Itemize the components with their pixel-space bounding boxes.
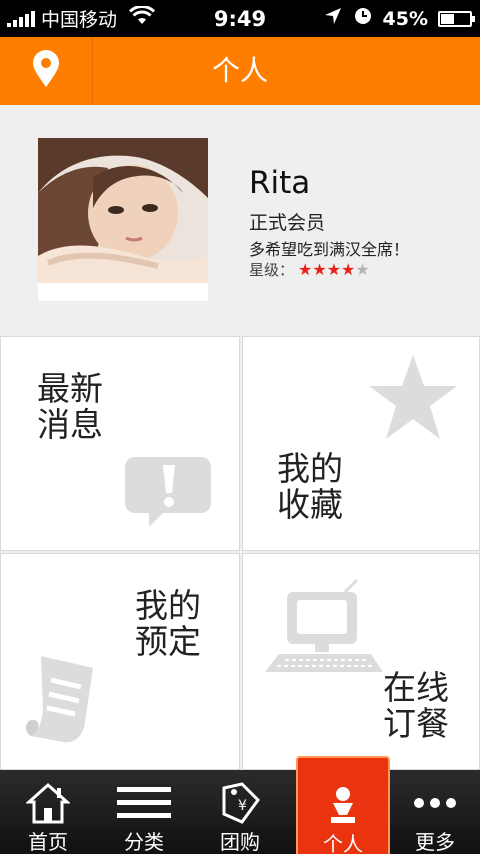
signal-icon bbox=[7, 10, 35, 27]
rating-label: 星级： bbox=[249, 261, 295, 279]
tab-profile[interactable]: 个人 bbox=[296, 756, 390, 854]
star-empty-icon: ★ bbox=[355, 259, 370, 279]
tab-group-buy[interactable]: ¥ 团购 bbox=[192, 770, 288, 854]
star-rating: 星级： ★★★★★ bbox=[249, 259, 370, 280]
tile-latest-messages[interactable]: 最新 消息 bbox=[0, 336, 240, 551]
user-motto: 多希望吃到满汉全席！ bbox=[249, 240, 410, 259]
star-filled-icon: ★ bbox=[326, 259, 342, 279]
tile-my-reservations[interactable]: 我的 预定 bbox=[0, 553, 240, 770]
location-button[interactable] bbox=[0, 37, 93, 105]
battery-percent: 45% bbox=[382, 7, 428, 30]
tile-online-order[interactable]: 在线 订餐 bbox=[242, 553, 480, 770]
battery-icon bbox=[438, 10, 475, 27]
star-filled-icon: ★ bbox=[312, 259, 327, 279]
tab-bar: 首页 分类 ¥ 团购 个人 更多 bbox=[0, 756, 480, 854]
tab-group-buy-label: 团购 bbox=[220, 830, 260, 854]
speech-bubble-exclamation-icon bbox=[123, 455, 213, 534]
tile-my-favorites[interactable]: 我的 收藏 bbox=[242, 336, 480, 551]
avatar[interactable] bbox=[38, 138, 208, 301]
tab-profile-label: 个人 bbox=[323, 832, 363, 854]
map-pin-icon bbox=[32, 50, 60, 92]
person-icon bbox=[298, 782, 388, 828]
price-tag-icon: ¥ bbox=[192, 780, 288, 826]
tile-online-order-label: 在线 订餐 bbox=[383, 668, 449, 743]
location-arrow-icon bbox=[323, 6, 343, 31]
more-dots-icon bbox=[390, 780, 480, 826]
rating-stars: ★★★★★ bbox=[298, 261, 370, 279]
alarm-clock-icon bbox=[353, 6, 373, 31]
star-icon bbox=[367, 353, 459, 445]
home-icon bbox=[0, 780, 96, 826]
header-bar: 个人 bbox=[0, 37, 480, 105]
receipt-icon bbox=[23, 652, 109, 756]
svg-text:¥: ¥ bbox=[238, 798, 247, 814]
computer-icon bbox=[261, 578, 385, 678]
tile-my-favorites-label: 我的 收藏 bbox=[277, 449, 343, 524]
tab-home-label: 首页 bbox=[28, 830, 68, 854]
tile-my-reservations-label: 我的 预定 bbox=[135, 586, 201, 661]
status-bar: 中国移动 9:49 45% bbox=[0, 0, 480, 37]
user-name: Rita bbox=[249, 165, 311, 201]
star-filled-icon: ★ bbox=[341, 259, 356, 279]
tab-more-label: 更多 bbox=[415, 830, 455, 854]
carrier-name: 中国移动 bbox=[41, 9, 118, 31]
profile-card: Rita 正式会员 多希望吃到满汉全席！ 星级： ★★★★★ bbox=[0, 105, 480, 335]
tab-home[interactable]: 首页 bbox=[0, 770, 96, 854]
member-level: 正式会员 bbox=[249, 212, 326, 234]
tab-more[interactable]: 更多 bbox=[390, 770, 480, 854]
wifi-icon bbox=[128, 5, 156, 31]
star-filled-icon: ★ bbox=[298, 259, 313, 279]
tab-category-label: 分类 bbox=[124, 830, 164, 854]
tile-latest-messages-label: 最新 消息 bbox=[37, 369, 103, 444]
list-icon bbox=[96, 780, 192, 826]
tab-category[interactable]: 分类 bbox=[96, 770, 192, 854]
